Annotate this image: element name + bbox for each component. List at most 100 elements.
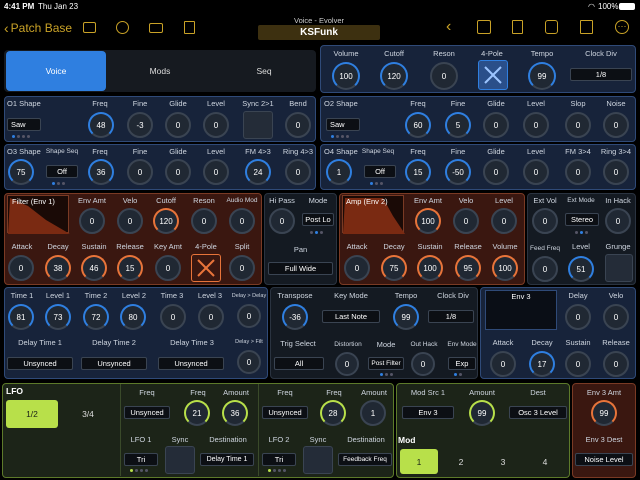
o2-freq-knob[interactable]: 60 [405,112,431,138]
o3-fm-knob[interactable]: 24 [245,159,271,185]
lfo2-sync-toggle[interactable] [303,446,333,474]
delay-level3-knob[interactable]: 0 [198,304,224,330]
amp-release-knob[interactable]: 95 [455,255,481,281]
more-icon[interactable]: ⋯ [615,20,629,34]
o2-noise-knob[interactable]: 0 [603,112,629,138]
o3-level-knob[interactable]: 0 [203,159,229,185]
window-icon[interactable] [83,22,96,33]
o3-shape-seq-select[interactable]: Off [46,165,78,178]
delay-level2-knob[interactable]: 80 [120,304,146,330]
grunge-toggle[interactable] [605,254,633,282]
cutoff-knob[interactable]: 120 [380,62,408,90]
mod-tab-1[interactable]: 1 [400,449,438,474]
o4-ring-knob[interactable]: 0 [603,159,629,185]
env3-release-knob[interactable]: 0 [603,351,629,377]
delay-time2-sync-select[interactable]: Unsynced [81,357,147,370]
back-button[interactable]: ‹ Patch Base [4,20,72,36]
filter-split-knob[interactable]: 0 [229,255,255,281]
distortion-knob[interactable]: 0 [335,352,359,376]
key-mode-select[interactable]: Last Note [322,310,380,323]
volume-knob[interactable]: 100 [332,62,360,90]
lfo1-dest-select[interactable]: Delay Time 1 [200,453,254,466]
tab-mods[interactable]: Mods [108,51,212,91]
mod-src-select[interactable]: Env 3 [402,406,454,419]
lfo1-freq-knob[interactable]: 21 [184,400,210,426]
env-mode-select[interactable]: Exp [448,357,476,370]
document-icon[interactable] [512,20,523,34]
chevron-left-nav-icon[interactable]: ‹ [446,18,451,36]
delay-level1-knob[interactable]: 73 [45,304,71,330]
filter-attack-knob[interactable]: 0 [8,255,34,281]
o1-bend-knob[interactable]: 0 [285,112,311,138]
o1-fine-knob[interactable]: -3 [127,112,153,138]
amp-sustain-knob[interactable]: 100 [417,255,443,281]
o3-glide-knob[interactable]: 0 [165,159,191,185]
o4-shape-knob[interactable]: 1 [326,159,352,185]
o1-glide-knob[interactable]: 0 [165,112,191,138]
lfo-tab-1-2[interactable]: 1/2 [6,400,58,428]
mod-tab-3[interactable]: 3 [484,449,522,474]
misc-tempo-knob[interactable]: 99 [393,304,419,330]
o1-freq-knob[interactable]: 48 [88,112,114,138]
hipass-knob[interactable]: 0 [269,208,295,234]
mod-tab-4[interactable]: 4 [526,449,564,474]
filter-sustain-knob[interactable]: 46 [81,255,107,281]
o3-ring-knob[interactable]: 0 [285,159,311,185]
delay-time1-sync-select[interactable]: Unsynced [7,357,73,370]
o4-shape-seq-select[interactable]: Off [364,165,396,178]
clock-div-select[interactable]: 1/8 [570,68,632,81]
o3-shape-knob[interactable]: 75 [8,159,34,185]
lfo2-freq-sync-select[interactable]: Unsynced [262,406,308,419]
lfo2-shape-select[interactable]: Tri [262,453,296,466]
amp-attack-knob[interactable]: 0 [344,255,370,281]
folder-icon[interactable] [149,23,163,33]
patch-name[interactable]: KSFunk [258,25,380,40]
ext-vol-knob[interactable]: 0 [532,208,558,234]
o4-fine-knob[interactable]: -50 [445,159,471,185]
ext-mode-select[interactable]: Stereo [565,213,599,226]
filter-release-knob[interactable]: 15 [117,255,143,281]
o1-shape-select[interactable]: Saw [7,118,41,131]
amp-level-knob[interactable]: 0 [491,208,517,234]
o4-glide-knob[interactable]: 0 [483,159,509,185]
share-device-icon[interactable] [545,20,558,34]
feed-level-knob[interactable]: 51 [568,256,594,282]
amp-envamt-knob[interactable]: 100 [415,208,441,234]
download-icon[interactable] [477,20,491,34]
lfo2-amount-knob[interactable]: 1 [360,400,386,426]
palette-icon[interactable] [116,21,129,34]
share-icon[interactable] [580,20,593,34]
filter-keyamt-knob[interactable]: 0 [155,255,181,281]
lfo1-shape-select[interactable]: Tri [124,453,158,466]
delay-time3-sync-select[interactable]: Unsynced [158,357,224,370]
env3-attack-knob[interactable]: 0 [490,351,516,377]
o1-level-knob[interactable]: 0 [203,112,229,138]
o3-freq-knob[interactable]: 36 [88,159,114,185]
trig-select[interactable]: All [274,357,324,370]
env3-delay-knob[interactable]: 0 [565,304,591,330]
env3-velo-knob[interactable]: 0 [603,304,629,330]
dist-mode-select[interactable]: Post Filter [368,357,404,370]
filter-decay-knob[interactable]: 38 [45,255,71,281]
copy-icon[interactable] [184,21,195,34]
lfo2-freq-knob[interactable]: 28 [320,400,346,426]
o2-shape-select[interactable]: Saw [326,118,360,131]
filter-velo-knob[interactable]: 0 [117,208,143,234]
filter-cutoff-knob[interactable]: 120 [153,208,179,234]
mod-tab-2[interactable]: 2 [442,449,480,474]
mod-dest-select[interactable]: Osc 3 Level [509,406,567,419]
o2-slop-knob[interactable]: 0 [565,112,591,138]
filter-envamt-knob[interactable]: 0 [79,208,105,234]
delay-time2-knob[interactable]: 72 [83,304,109,330]
o2-glide-knob[interactable]: 0 [483,112,509,138]
delay-time1-knob[interactable]: 81 [8,304,34,330]
o2-fine-knob[interactable]: 5 [445,112,471,138]
o3-fine-knob[interactable]: 0 [127,159,153,185]
four-pole-toggle[interactable] [478,60,508,90]
misc-clock-div-select[interactable]: 1/8 [428,310,474,323]
o1-sync-toggle[interactable] [243,111,273,139]
tempo-knob[interactable]: 99 [528,62,556,90]
mod-amount-knob[interactable]: 99 [469,400,495,426]
delay-time3-knob[interactable]: 0 [160,304,186,330]
o4-level-knob[interactable]: 0 [523,159,549,185]
